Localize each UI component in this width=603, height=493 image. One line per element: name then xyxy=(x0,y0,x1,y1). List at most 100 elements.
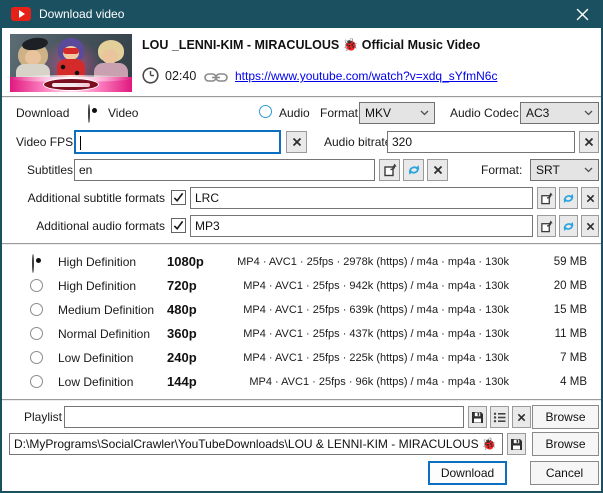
playlist-save-button[interactable] xyxy=(468,406,487,428)
subtitles-refresh-button[interactable] xyxy=(403,159,424,181)
subtitles-label: Subtitles xyxy=(27,163,73,177)
quality-size: 11 MB xyxy=(522,328,587,340)
quality-codec: MP4 · AVC1 · 25fps · 225k (https) / m4a … xyxy=(212,352,509,364)
quality-resolution[interactable]: 360p xyxy=(167,326,197,341)
additional-subtitle-input[interactable] xyxy=(190,187,533,209)
clear-icon xyxy=(433,165,443,175)
quality-resolution[interactable]: 240p xyxy=(167,350,197,365)
quality-definition[interactable]: Low Definition xyxy=(58,351,133,365)
quality-radio-720p[interactable] xyxy=(30,279,43,292)
quality-radio-480p[interactable] xyxy=(30,303,43,316)
close-button[interactable] xyxy=(569,4,595,24)
quality-definition[interactable]: Low Definition xyxy=(58,375,133,389)
video-duration: 02:40 xyxy=(165,69,196,83)
quality-definition[interactable]: Medium Definition xyxy=(58,303,154,317)
clear-icon xyxy=(292,137,302,147)
playlist-browse-button[interactable]: Browse xyxy=(532,405,599,429)
quality-codec: MP4 · AVC1 · 25fps · 2978k (https) / m4a… xyxy=(212,256,509,268)
video-fps-input[interactable] xyxy=(74,130,281,154)
titlebar: Download video xyxy=(0,0,603,28)
cancel-button[interactable]: Cancel xyxy=(530,461,599,485)
audio-bitrate-clear-button[interactable] xyxy=(579,131,599,153)
video-radio-label[interactable]: Video xyxy=(108,106,138,120)
audio-radio[interactable] xyxy=(259,105,272,118)
export-icon xyxy=(540,192,553,205)
audio-bitrate-input[interactable] xyxy=(387,131,575,153)
quality-resolution[interactable]: 144p xyxy=(167,374,197,389)
clock-icon xyxy=(142,67,159,84)
quality-codec: MP4 · AVC1 · 25fps · 639k (https) / m4a … xyxy=(212,304,509,316)
subtitles-export-button[interactable] xyxy=(379,159,400,181)
quality-radio-1080p[interactable] xyxy=(32,254,34,273)
separator xyxy=(2,243,601,245)
playlist-icon xyxy=(493,411,506,424)
subtitle-format-select[interactable]: SRT xyxy=(530,159,599,181)
audio-codec-select[interactable]: AC3 xyxy=(520,102,599,124)
quality-size: 59 MB xyxy=(522,256,587,268)
additional-audio-export-button[interactable] xyxy=(537,215,556,237)
download-label: Download xyxy=(16,106,69,120)
format-select[interactable]: MKV xyxy=(359,102,435,124)
quality-radio-240p[interactable] xyxy=(30,351,43,364)
video-fps-label: Video FPS xyxy=(16,135,73,149)
quality-codec: MP4 · AVC1 · 25fps · 96k (https) / m4a ·… xyxy=(212,376,509,388)
check-icon xyxy=(173,220,184,231)
additional-subtitle-refresh-button[interactable] xyxy=(559,187,578,209)
additional-audio-clear-button[interactable] xyxy=(581,215,599,237)
quality-radio-360p[interactable] xyxy=(30,327,43,340)
refresh-icon xyxy=(562,220,575,233)
quality-definition[interactable]: High Definition xyxy=(58,255,136,269)
link-icon xyxy=(204,72,228,83)
clear-icon xyxy=(584,137,594,147)
chevron-down-icon xyxy=(584,110,593,116)
subtitles-clear-button[interactable] xyxy=(427,159,448,181)
save-icon xyxy=(471,411,484,424)
playlist-input[interactable] xyxy=(64,406,464,428)
clear-icon xyxy=(517,413,526,422)
quality-codec: MP4 · AVC1 · 25fps · 942k (https) / m4a … xyxy=(212,280,509,292)
subtitles-input[interactable] xyxy=(74,159,375,181)
additional-audio-checkbox[interactable] xyxy=(171,218,186,233)
export-icon xyxy=(383,163,397,177)
additional-subtitle-checkbox[interactable] xyxy=(171,190,186,205)
playlist-list-button[interactable] xyxy=(490,406,509,428)
quality-radio-144p[interactable] xyxy=(30,375,43,388)
separator xyxy=(2,96,601,98)
audio-radio-label[interactable]: Audio xyxy=(279,106,310,120)
quality-definition[interactable]: Normal Definition xyxy=(58,327,150,341)
clear-icon xyxy=(586,194,595,203)
output-path-browse-button[interactable]: Browse xyxy=(532,432,599,456)
download-video-dialog: Download video LOU _LENNI-KIM - MIRACULO… xyxy=(0,0,603,493)
quality-definition[interactable]: High Definition xyxy=(58,279,136,293)
audio-bitrate-label: Audio bitrate xyxy=(324,135,391,149)
video-fps-clear-button[interactable] xyxy=(286,131,307,153)
download-button[interactable]: Download xyxy=(428,461,507,485)
close-icon xyxy=(576,8,589,21)
quality-codec: MP4 · AVC1 · 25fps · 437k (https) / m4a … xyxy=(212,328,509,340)
additional-audio-label: Additional audio formats xyxy=(15,219,165,233)
separator xyxy=(2,399,601,401)
export-icon xyxy=(540,220,553,233)
additional-subtitle-export-button[interactable] xyxy=(537,187,556,209)
additional-subtitle-label: Additional subtitle formats xyxy=(15,191,165,205)
video-radio[interactable] xyxy=(88,104,90,123)
video-thumbnail xyxy=(10,34,132,92)
save-icon xyxy=(510,438,523,451)
audio-codec-label: Audio Codec xyxy=(450,106,519,120)
playlist-clear-button[interactable] xyxy=(512,406,531,428)
format-label: Format: xyxy=(320,106,361,120)
video-url-link[interactable]: https://www.youtube.com/watch?v=xdq_sYfm… xyxy=(235,69,497,83)
window-title: Download video xyxy=(39,7,124,21)
playlist-label: Playlist xyxy=(24,410,62,424)
quality-resolution[interactable]: 720p xyxy=(167,278,197,293)
subtitle-format-label: Format: xyxy=(481,163,522,177)
output-path-input[interactable] xyxy=(9,433,503,455)
quality-resolution[interactable]: 1080p xyxy=(167,254,204,269)
additional-audio-input[interactable] xyxy=(190,215,533,237)
quality-resolution[interactable]: 480p xyxy=(167,302,197,317)
quality-size: 7 MB xyxy=(522,352,587,364)
youtube-icon xyxy=(11,7,31,21)
additional-subtitle-clear-button[interactable] xyxy=(581,187,599,209)
additional-audio-refresh-button[interactable] xyxy=(559,215,578,237)
output-path-save-button[interactable] xyxy=(507,433,526,455)
